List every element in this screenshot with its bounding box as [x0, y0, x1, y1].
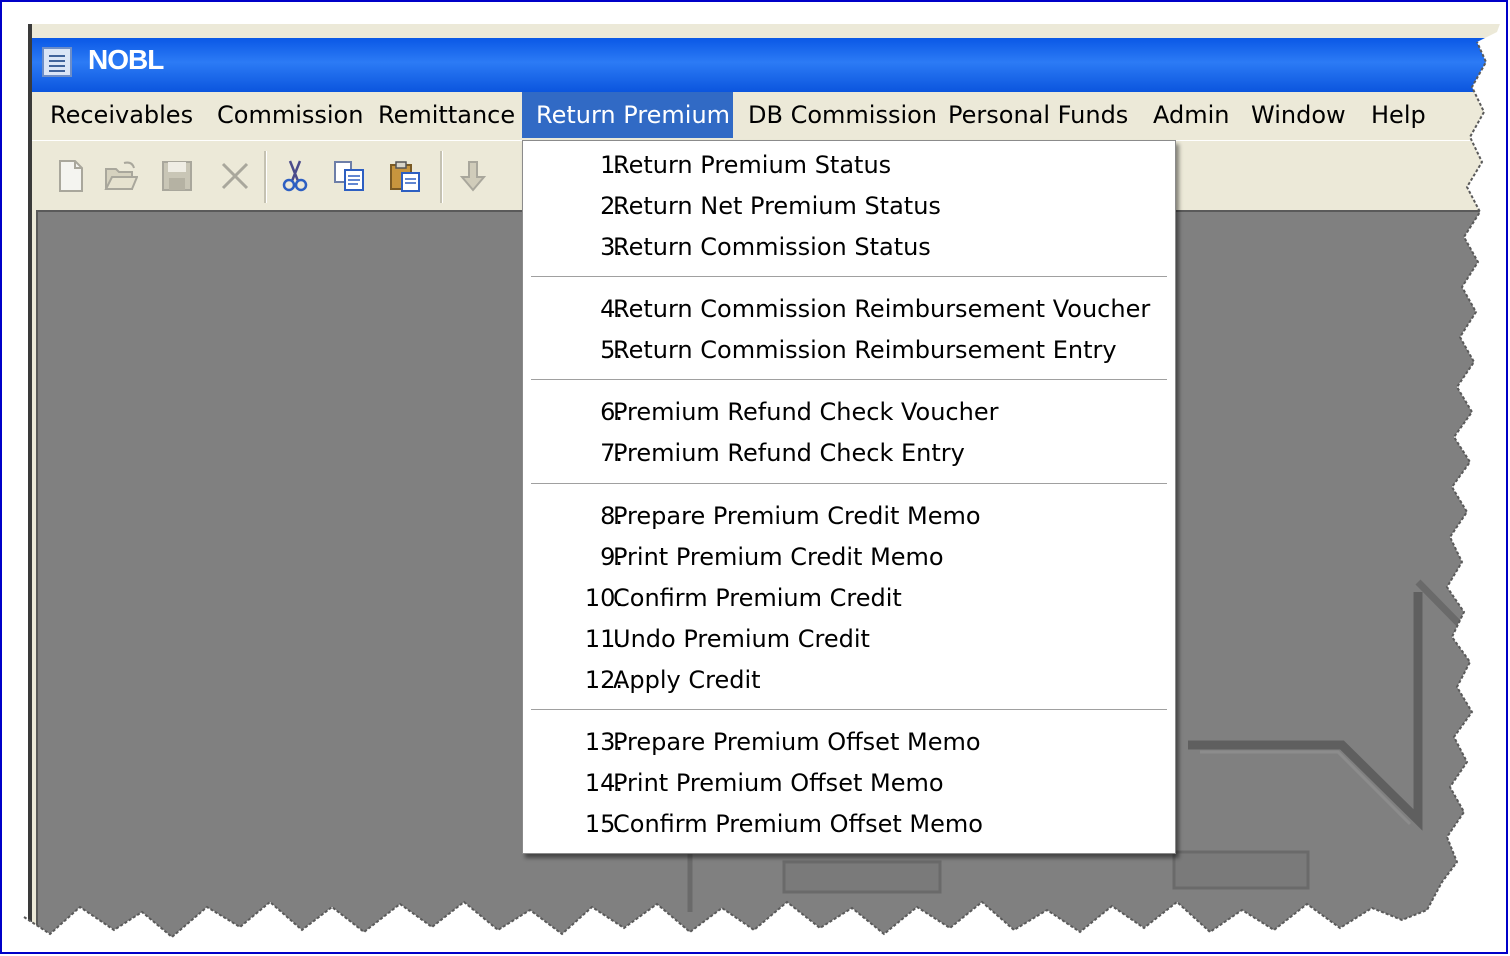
menu-personal-funds[interactable]: Personal Funds [934, 92, 1142, 138]
menu-help[interactable]: Help [1357, 92, 1440, 138]
menu-option-prepare-premium-offset-memo[interactable]: 13. Prepare Premium Offset Memo [523, 722, 1175, 762]
menu-option-premium-refund-check-voucher[interactable]: 6. Premium Refund Check Voucher [523, 392, 1175, 432]
menu-separator [531, 276, 1167, 278]
menu-option-undo-premium-credit[interactable]: 11. Undo Premium Credit [523, 619, 1175, 659]
toolbar-separator [264, 151, 267, 203]
menu-option-return-net-premium-status[interactable]: 2. Return Net Premium Status [523, 186, 1175, 226]
menu-option-premium-refund-check-entry[interactable]: 7. Premium Refund Check Entry [523, 433, 1175, 473]
menu-commission[interactable]: Commission [203, 92, 377, 138]
toolbar-separator [440, 151, 443, 203]
menu-option-return-premium-status[interactable]: 1. Return Premium Status [523, 145, 1175, 185]
menu-admin[interactable]: Admin [1139, 92, 1244, 138]
menu-separator [531, 379, 1167, 381]
menu-remittance[interactable]: Remittance [364, 92, 529, 138]
menu-separator [531, 483, 1167, 485]
app-window-icon[interactable] [42, 47, 72, 77]
menu-option-confirm-premium-offset-memo[interactable]: 15. Confirm Premium Offset Memo [523, 804, 1175, 844]
menu-bar: Receivables Commission Remittance Return… [32, 92, 1506, 140]
menu-option-prepare-premium-credit-memo[interactable]: 8. Prepare Premium Credit Memo [523, 496, 1175, 536]
menu-separator [531, 709, 1167, 711]
window-title: NOBL [88, 44, 164, 75]
menu-receivables[interactable]: Receivables [36, 92, 207, 138]
menu-window[interactable]: Window [1237, 92, 1360, 138]
paste-icon[interactable] [388, 159, 422, 193]
title-bar[interactable]: NOBL [32, 38, 1506, 92]
menu-return-premium[interactable]: Return Premium [522, 92, 733, 138]
menu-option-return-commission-reimbursement-voucher[interactable]: 4. Return Commission Reimbursement Vouche… [523, 289, 1175, 329]
delete-x-icon[interactable] [218, 159, 252, 193]
open-folder-icon[interactable] [104, 159, 138, 193]
menu-option-confirm-premium-credit[interactable]: 10. Confirm Premium Credit [523, 578, 1175, 618]
screenshot-frame: NOBL Receivables Commission Remittance R… [0, 0, 1508, 954]
menu-option-print-premium-offset-memo[interactable]: 14. Print Premium Offset Memo [523, 763, 1175, 803]
menu-option-return-commission-reimbursement-entry[interactable]: 5. Return Commission Reimbursement Entry [523, 330, 1175, 370]
new-document-icon[interactable] [54, 159, 88, 193]
menu-option-return-commission-status[interactable]: 3. Return Commission Status [523, 227, 1175, 267]
menu-option-print-premium-credit-memo[interactable]: 9. Print Premium Credit Memo [523, 537, 1175, 577]
cut-scissors-icon[interactable] [278, 159, 312, 193]
save-disk-icon[interactable] [160, 159, 194, 193]
copy-icon[interactable] [332, 159, 366, 193]
menu-option-apply-credit[interactable]: 12. Apply Credit [523, 660, 1175, 700]
return-premium-dropdown-menu: 1. Return Premium Status 2. Return Net Pre… [522, 140, 1176, 854]
menu-db-commission[interactable]: DB Commission [734, 92, 951, 138]
down-arrow-icon[interactable] [456, 159, 490, 193]
